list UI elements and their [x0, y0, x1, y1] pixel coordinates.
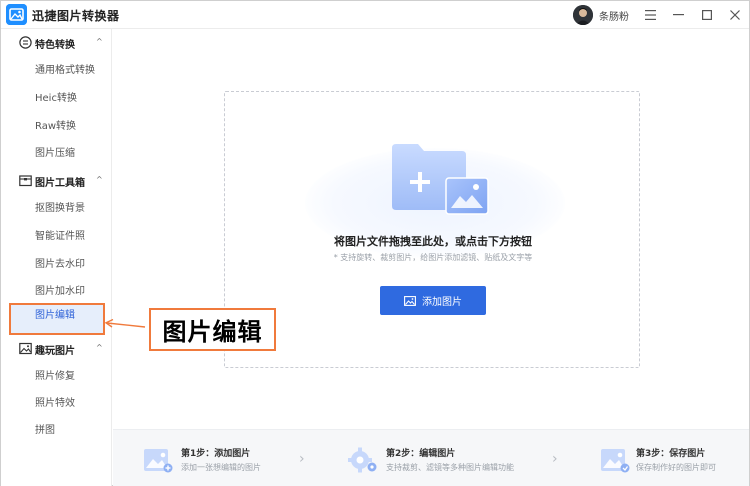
- sidebar-item-image-compress[interactable]: 图片压缩: [9, 141, 105, 167]
- sidebar-item-format-convert[interactable]: 通用格式转换: [9, 58, 105, 84]
- app-title: 迅捷图片转换器: [32, 9, 120, 23]
- chevron-right-icon: ›: [299, 451, 305, 467]
- drop-zone-title: 将图片文件拖拽至此处，或点击下方按钮: [334, 235, 532, 248]
- add-image-button-label: 添加图片: [422, 297, 462, 308]
- image-icon: [19, 342, 32, 355]
- chevron-up-icon: ^: [96, 37, 103, 46]
- sidebar-item-heic-convert[interactable]: Heic转换: [9, 86, 105, 112]
- sidebar-item-photo-effects[interactable]: 照片特效: [9, 391, 105, 417]
- step-description: 支持裁剪、滤镜等多种图片编辑功能: [386, 463, 514, 472]
- chevron-up-icon: ^: [96, 175, 103, 184]
- swap-icon: [19, 36, 32, 49]
- step-title: 第1步：添加图片: [181, 449, 251, 459]
- sidebar-item-remove-watermark[interactable]: 图片去水印: [9, 252, 105, 278]
- main-content: 将图片文件拖拽至此处，或点击下方按钮 * 支持旋转、裁剪图片，给图片添加滤镜、贴…: [113, 29, 749, 429]
- step-description: 添加一张想编辑的图片: [181, 463, 261, 472]
- step-title: 第3步：保存图片: [636, 449, 706, 459]
- sidebar-group-label: 特色转换: [35, 40, 75, 51]
- user-avatar[interactable]: [573, 5, 593, 25]
- add-image-button[interactable]: 添加图片: [380, 286, 486, 315]
- steps-bar: 第1步：添加图片 添加一张想编辑的图片 › 第2步：编辑图片 支持裁剪、滤镜等多…: [113, 429, 749, 486]
- folder-add-icon: [392, 144, 489, 215]
- sidebar-item-cutout-background[interactable]: 抠图换背景: [9, 196, 105, 222]
- menu-icon[interactable]: [641, 6, 659, 24]
- image-icon: [404, 295, 416, 306]
- drop-zone-subtitle: * 支持旋转、裁剪图片，给图片添加滤镜、贴纸及文字等: [333, 253, 533, 262]
- save-image-step-icon: [601, 449, 630, 473]
- step-description: 保存制作好的图片即可: [636, 463, 716, 472]
- sidebar-group-label: 趣玩图片: [35, 346, 75, 357]
- sidebar-item-id-photo[interactable]: 智能证件照: [9, 224, 105, 250]
- drop-zone[interactable]: 将图片文件拖拽至此处，或点击下方按钮 * 支持旋转、裁剪图片，给图片添加滤镜、贴…: [224, 91, 640, 368]
- step-save-image: 第3步：保存图片 保存制作好的图片即可: [600, 430, 740, 486]
- sidebar-group-label: 图片工具箱: [35, 178, 85, 189]
- maximize-icon[interactable]: [698, 6, 716, 24]
- add-image-step-icon: [144, 449, 173, 473]
- sidebar: 特色转换 ^ 通用格式转换 Heic转换 Raw转换 图片压缩 图片工具箱 ^ …: [1, 29, 112, 486]
- sidebar-item-raw-convert[interactable]: Raw转换: [9, 114, 105, 140]
- app-logo-icon: [6, 4, 27, 25]
- sidebar-item-image-edit[interactable]: 图片编辑: [9, 303, 105, 335]
- app-window: 迅捷图片转换器 条肠粉 特色转换 ^ 通用格式转换 Heic转换 Raw转换 图…: [0, 0, 750, 486]
- close-icon[interactable]: [726, 6, 744, 24]
- toolbox-icon: [19, 175, 32, 187]
- step-title: 第2步：编辑图片: [386, 449, 456, 459]
- annotation-callout: 图片编辑: [149, 308, 276, 351]
- minimize-icon[interactable]: [669, 6, 687, 24]
- username-label[interactable]: 条肠粉: [599, 8, 629, 23]
- chevron-up-icon: ^: [96, 343, 103, 352]
- title-bar: 迅捷图片转换器 条肠粉: [1, 1, 749, 29]
- chevron-right-icon: ›: [552, 451, 558, 467]
- sidebar-group-toolbox[interactable]: 图片工具箱 ^: [1, 169, 112, 193]
- sidebar-item-collage[interactable]: 拼图: [9, 418, 105, 444]
- sidebar-item-add-watermark[interactable]: 图片加水印: [9, 279, 105, 305]
- sidebar-group-fun-images[interactable]: 趣玩图片 ^: [1, 337, 112, 361]
- gear-icon: [348, 447, 377, 473]
- sidebar-item-photo-repair[interactable]: 照片修复: [9, 364, 105, 390]
- callout-arrow: [105, 319, 146, 328]
- step-edit-image: 第2步：编辑图片 支持裁剪、滤镜等多种图片编辑功能: [348, 430, 558, 486]
- sidebar-group-special-convert[interactable]: 特色转换 ^: [1, 31, 112, 55]
- step-add-image: 第1步：添加图片 添加一张想编辑的图片: [143, 430, 323, 486]
